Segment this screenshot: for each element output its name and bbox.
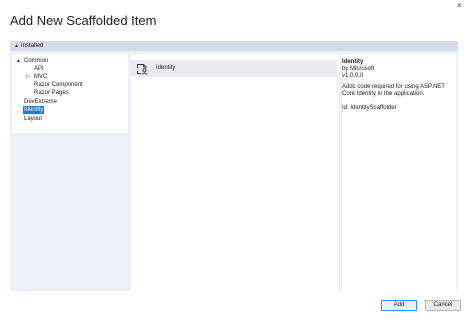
details-pane: Identity by Microsoft v1.0.0.0 Adds code… xyxy=(342,54,456,291)
tree-item-common[interactable]: Common xyxy=(24,57,48,65)
tree-item-razor-component[interactable]: Razor Component xyxy=(34,81,83,89)
identity-scaffold-icon xyxy=(137,64,148,75)
dialog-title: Add New Scaffolded Item xyxy=(10,13,157,28)
list-item-label: Identity xyxy=(156,65,176,71)
add-button[interactable]: Add xyxy=(381,300,417,311)
details-version: v1.0.0.0 xyxy=(342,73,364,79)
tree-item-mvc[interactable]: MVC xyxy=(34,73,47,81)
category-tree: ▲ Common API ▷ MVC Razor Component Razor… xyxy=(12,54,128,133)
expand-triangle-icon[interactable]: ▲ xyxy=(14,41,19,51)
installed-category-header[interactable]: ▲ Installed xyxy=(10,41,458,51)
list-item-identity[interactable]: Identity xyxy=(131,60,337,77)
tree-item-devextreme[interactable]: DevExtreme xyxy=(24,98,57,106)
details-title: Identity xyxy=(342,59,364,65)
scaffolder-list: Identity xyxy=(131,54,339,291)
details-description: Adds code required for using ASP.NET Cor… xyxy=(342,84,445,97)
close-icon[interactable]: × xyxy=(457,1,462,10)
tree-item-razor-pages[interactable]: Razor Pages xyxy=(34,89,69,97)
expand-arrow-icon[interactable]: ▷ xyxy=(26,73,30,81)
installed-label: Installed xyxy=(21,43,44,49)
tree-item-layout[interactable]: Layout xyxy=(24,115,42,123)
cancel-button[interactable]: Cancel xyxy=(425,300,461,311)
collapse-triangle-icon[interactable]: ▲ xyxy=(16,57,21,65)
tree-item-identity[interactable]: Identity xyxy=(23,106,45,114)
tree-item-api[interactable]: API xyxy=(34,65,44,73)
details-author: by Microsoft xyxy=(342,66,375,72)
details-id: Id: IdentityScaffolder xyxy=(342,105,397,111)
